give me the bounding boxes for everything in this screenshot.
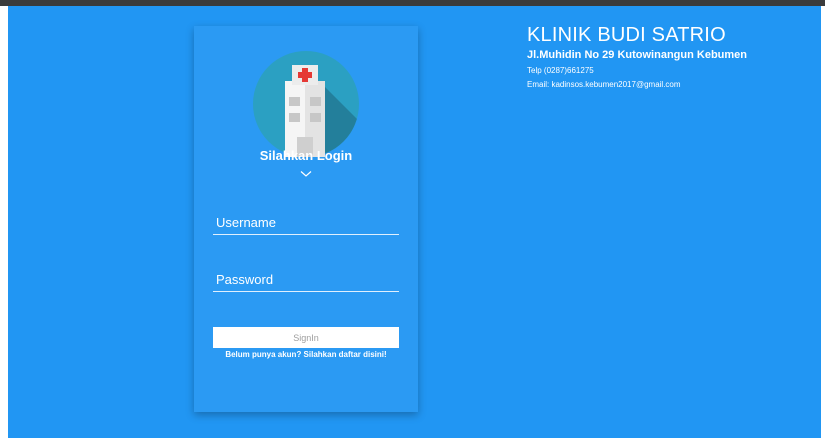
clinic-email: Email: kadinsos.kebumen2017@gmail.com — [527, 80, 681, 89]
page: Silahkan Login SignIn Belum punya akun? … — [0, 0, 825, 439]
register-link[interactable]: Belum punya akun? Silahkan daftar disini… — [213, 350, 399, 360]
clinic-address: Jl.Muhidin No 29 Kutowinangun Kebumen — [527, 49, 747, 61]
clinic-name: KLINIK BUDI SATRIO — [527, 24, 726, 46]
login-screen: Silahkan Login SignIn Belum punya akun? … — [8, 6, 821, 438]
password-input[interactable] — [213, 268, 399, 292]
login-card: Silahkan Login SignIn Belum punya akun? … — [194, 26, 418, 412]
hospital-building-icon — [253, 51, 359, 157]
clinic-phone: Telp (0287)661275 — [527, 66, 594, 75]
username-input[interactable] — [213, 211, 399, 235]
clinic-info: KLINIK BUDI SATRIO Jl.Muhidin No 29 Kuto… — [527, 24, 747, 89]
signin-button[interactable]: SignIn — [213, 327, 399, 348]
login-title: Silahkan Login — [259, 148, 353, 163]
chevron-down-icon — [300, 171, 312, 177]
